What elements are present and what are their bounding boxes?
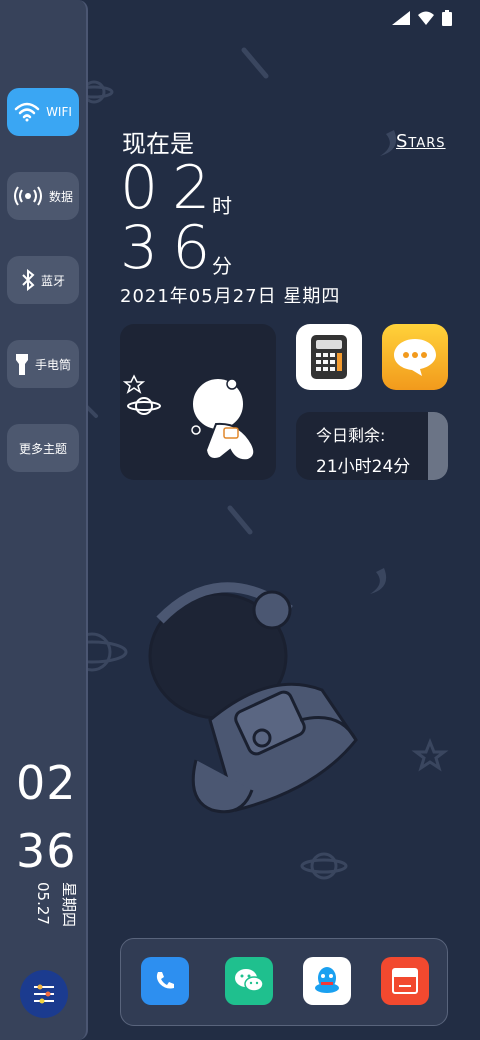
data-label: 数据 <box>48 189 73 204</box>
signal-icon <box>392 11 410 25</box>
sidebar-hour: 02 <box>16 756 77 810</box>
calculator-app[interactable] <box>296 324 362 390</box>
sidebar-weekday: 星期四 <box>60 882 78 928</box>
data-toggle[interactable]: 数据 <box>7 172 79 220</box>
cellular-data-icon <box>13 186 42 206</box>
control-sidebar: WIFI 数据 蓝牙 手电筒 更多主题 02 36 05.27 星期四 <box>0 0 88 1040</box>
phone-icon <box>156 972 174 989</box>
remaining-progress-bar <box>428 412 448 480</box>
remaining-time-widget[interactable]: 今日剩余: 21小时24分 <box>296 412 448 480</box>
sidebar-minute: 36 <box>16 824 77 878</box>
bluetooth-icon <box>22 269 35 291</box>
wechat-app[interactable] <box>225 957 273 1005</box>
app-dock <box>120 938 448 1026</box>
bluetooth-toggle[interactable]: 蓝牙 <box>7 256 79 304</box>
stars-link[interactable]: Stars <box>396 131 446 152</box>
calculator-icon <box>311 335 347 379</box>
wifi-toggle[interactable]: WIFI <box>7 88 79 136</box>
flashlight-label: 手电筒 <box>34 357 71 372</box>
toutiao-app[interactable] <box>381 957 429 1005</box>
sidebar-date: 05.27 <box>34 882 52 925</box>
sliders-icon <box>34 984 54 1004</box>
astronaut-widget[interactable] <box>120 324 276 480</box>
bluetooth-label: 蓝牙 <box>40 273 65 288</box>
more-themes-label: 更多主题 <box>18 441 67 456</box>
toutiao-icon <box>392 968 418 994</box>
wifi-status-icon <box>418 11 434 25</box>
sidebar-date-block: 05.27 星期四 <box>14 880 78 940</box>
clock-minute: 36 <box>120 213 225 283</box>
wifi-icon <box>14 102 40 122</box>
messages-app[interactable] <box>382 324 448 390</box>
wechat-icon <box>235 969 264 992</box>
qq-icon <box>315 967 339 993</box>
phone-app[interactable] <box>141 957 189 1005</box>
flashlight-icon <box>15 354 28 375</box>
battery-icon <box>442 10 452 26</box>
date-line: 2021年05月27日 星期四 <box>120 286 341 307</box>
status-bar <box>392 10 452 26</box>
wifi-label: WIFI <box>46 105 72 119</box>
messages-icon <box>394 339 436 376</box>
remaining-value: 21小时24分 <box>316 457 411 477</box>
qq-app[interactable] <box>303 957 351 1005</box>
clock-minute-unit: 分 <box>212 254 232 278</box>
settings-menu-button[interactable] <box>20 970 68 1018</box>
astronaut-illustration <box>122 374 256 462</box>
remaining-title: 今日剩余: <box>316 426 386 445</box>
more-themes-button[interactable]: 更多主题 <box>7 424 79 472</box>
clock-hour: 02 <box>120 153 225 223</box>
flashlight-toggle[interactable]: 手电筒 <box>7 340 79 388</box>
